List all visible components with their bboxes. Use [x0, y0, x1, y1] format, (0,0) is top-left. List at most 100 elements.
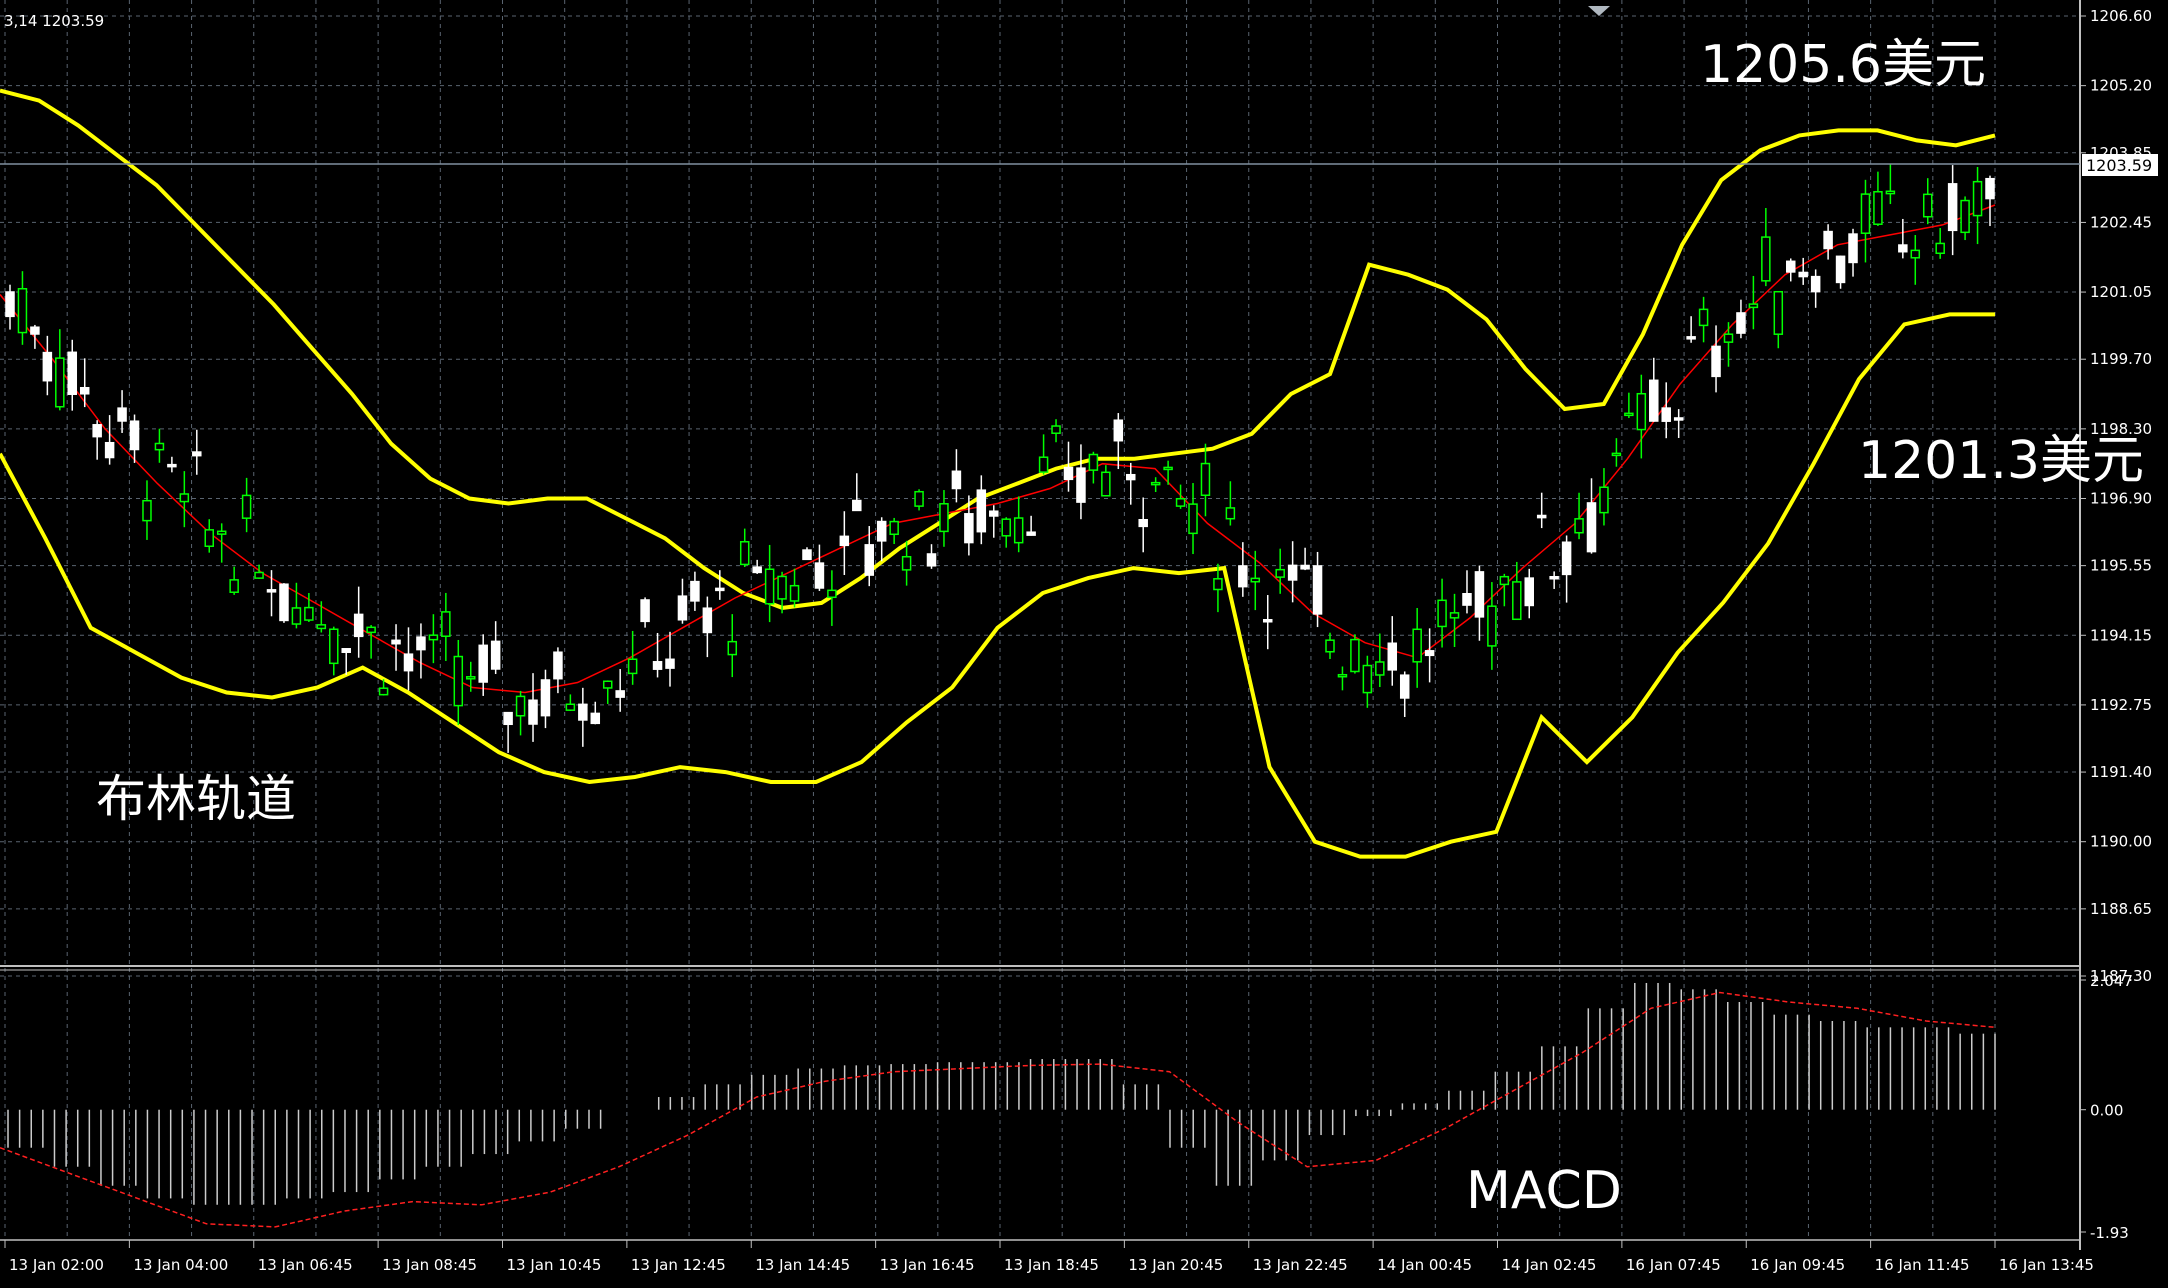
y-tick-label: 1206.60 — [2090, 7, 2152, 25]
candle-body — [515, 695, 526, 717]
candle-body — [1312, 565, 1323, 615]
candle-body — [764, 568, 775, 605]
candle-body — [1101, 471, 1111, 497]
candle-body — [403, 653, 414, 672]
candle-body — [17, 288, 28, 334]
candle-body — [1661, 407, 1671, 422]
trading-chart[interactable]: 1206.601205.201203.851202.451201.051199.… — [0, 0, 2168, 1288]
candle-body — [1026, 531, 1036, 536]
candle-body — [739, 541, 750, 566]
candle-body — [1238, 565, 1248, 588]
candle-body — [1947, 183, 1958, 232]
x-tick-label: 13 Jan 14:45 — [755, 1256, 850, 1274]
candle-body — [827, 589, 837, 599]
candle-body — [1337, 673, 1348, 678]
candle-body — [989, 510, 999, 517]
candle-body — [1985, 177, 1995, 200]
candle-body — [92, 424, 102, 438]
y-tick-label: 1192.75 — [2090, 696, 2152, 714]
candle-body — [540, 679, 551, 717]
x-tick-label: 16 Jan 11:45 — [1875, 1256, 1970, 1274]
candle-body — [1275, 568, 1285, 578]
candle-body — [1512, 581, 1522, 621]
candle-body — [1848, 233, 1858, 264]
candle-body — [951, 470, 962, 490]
candle-body — [1462, 592, 1472, 606]
candle-body — [1748, 303, 1759, 309]
candle-body — [1723, 333, 1734, 343]
candle-body — [1499, 575, 1510, 586]
x-tick-label: 16 Jan 09:45 — [1750, 1256, 1845, 1274]
candle-body — [1225, 507, 1236, 520]
candle-body — [1898, 244, 1908, 253]
candle-body — [752, 566, 762, 574]
candle-body — [1449, 612, 1460, 619]
candle-body — [615, 690, 625, 698]
candle-body — [192, 451, 202, 457]
candle-body — [876, 520, 887, 542]
candle-body — [1150, 481, 1161, 486]
candle-body — [279, 583, 289, 622]
y-tick-label: 1199.70 — [2090, 350, 2152, 368]
candle-body — [1835, 255, 1846, 284]
candle-body — [578, 703, 588, 721]
candle-body — [154, 442, 165, 451]
candle-body — [727, 640, 738, 656]
macd-label: MACD — [1466, 1161, 1622, 1221]
candle-body — [316, 624, 327, 630]
candle-body — [864, 544, 874, 576]
candle-body — [216, 530, 227, 535]
y-tick-label: 1188.65 — [2090, 900, 2152, 918]
middle-band-label: 1201.3美元 — [1858, 431, 2144, 491]
candle-body — [204, 529, 214, 547]
candle-body — [266, 589, 277, 593]
candle-body — [1013, 517, 1024, 544]
candle-body — [291, 607, 302, 625]
candle-body — [565, 703, 576, 711]
candle-body — [1262, 619, 1273, 623]
x-tick-label: 13 Jan 16:45 — [880, 1256, 975, 1274]
x-tick-label: 16 Jan 07:45 — [1626, 1256, 1721, 1274]
candle-body — [104, 441, 115, 459]
candle-body — [167, 463, 177, 468]
candle-body — [428, 634, 439, 641]
candle-body — [528, 699, 538, 725]
candle-body — [1287, 564, 1298, 581]
candle-body — [1636, 392, 1647, 431]
candle-body — [926, 553, 937, 567]
candle-body — [67, 351, 78, 395]
candle-body — [490, 640, 501, 670]
candle-body — [117, 407, 127, 422]
candle-body — [690, 580, 700, 602]
candle-body — [814, 562, 825, 589]
candle-body — [353, 613, 364, 638]
candle-body — [229, 579, 239, 593]
candle-body — [466, 676, 476, 680]
candle-body — [129, 420, 140, 451]
candle-body — [665, 658, 675, 669]
y-tick-label: 1195.55 — [2090, 557, 2152, 575]
candle-body — [1698, 308, 1709, 327]
candle-body — [1922, 193, 1933, 218]
candle-body — [179, 493, 190, 503]
candle-body — [1549, 576, 1559, 580]
x-tick-label: 16 Jan 13:45 — [1999, 1256, 2094, 1274]
candle-body — [939, 503, 949, 533]
candle-body — [30, 326, 40, 335]
x-tick-label: 13 Jan 08:45 — [382, 1256, 477, 1274]
upper-band-label: 1205.6美元 — [1700, 35, 1986, 95]
candle-body — [1972, 180, 1983, 217]
x-tick-label: 13 Jan 18:45 — [1004, 1256, 1099, 1274]
candle-body — [1611, 452, 1622, 457]
candle-body — [42, 351, 53, 382]
candle-body — [702, 607, 713, 634]
candle-body — [1761, 236, 1771, 282]
candle-body — [1300, 564, 1310, 570]
candle-body — [964, 513, 974, 544]
candle-body — [802, 549, 812, 561]
candle-body — [839, 535, 850, 547]
x-tick-label: 13 Jan 12:45 — [631, 1256, 726, 1274]
candle-body — [590, 712, 601, 725]
candle-body — [627, 658, 638, 675]
y-tick-label: 1201.05 — [2090, 283, 2152, 301]
